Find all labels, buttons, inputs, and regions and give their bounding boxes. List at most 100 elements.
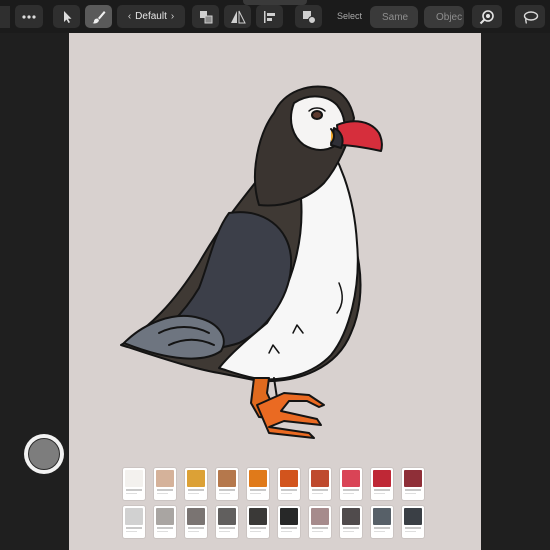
swatch-color-chip	[311, 470, 329, 487]
top-toolbar: ‹ Default › Select Same Objec	[0, 0, 550, 33]
swatch-label-line	[312, 489, 328, 491]
swatch-label-line	[188, 531, 199, 532]
color-swatch[interactable]	[216, 468, 238, 500]
color-swatch[interactable]	[123, 506, 145, 538]
color-swatch[interactable]	[278, 506, 300, 538]
select-object-button[interactable]: Objec	[424, 6, 464, 28]
move-tool-button[interactable]	[53, 5, 80, 28]
swatch-color-chip	[404, 508, 422, 525]
move-tool-icon	[63, 10, 71, 23]
shutter-button[interactable]	[24, 434, 64, 474]
color-swatch[interactable]	[402, 506, 424, 538]
zoom-icon	[479, 9, 494, 24]
swatch-color-chip	[249, 470, 267, 487]
flip-button[interactable]	[224, 5, 251, 28]
color-swatch[interactable]	[247, 506, 269, 538]
chevron-right-icon[interactable]: ›	[171, 11, 174, 22]
select-same-button[interactable]: Same	[370, 6, 418, 28]
swatch-label-line	[374, 489, 390, 491]
select-object-label: Objec	[436, 11, 463, 23]
swatch-label-line	[312, 527, 328, 529]
color-swatch[interactable]	[309, 506, 331, 538]
swatch-row-2	[123, 506, 433, 538]
color-swatch[interactable]	[371, 468, 393, 500]
swatch-label-line	[126, 489, 142, 491]
color-swatch[interactable]	[154, 468, 176, 500]
swatch-label-line	[281, 531, 292, 532]
style-name: Default	[135, 11, 167, 22]
swatch-label-line	[405, 493, 416, 494]
swatch-color-chip	[125, 508, 143, 525]
color-swatch[interactable]	[185, 506, 207, 538]
swatch-color-chip	[218, 508, 236, 525]
swatch-color-chip	[249, 508, 267, 525]
color-swatch[interactable]	[371, 506, 393, 538]
lasso-icon	[523, 10, 539, 24]
swatch-label-line	[281, 489, 297, 491]
swatch-color-chip	[280, 508, 298, 525]
swatch-label-line	[343, 489, 359, 491]
color-swatch[interactable]	[185, 468, 207, 500]
more-icon	[22, 14, 36, 19]
swatch-color-chip	[156, 508, 174, 525]
swatch-label-line	[219, 527, 235, 529]
more-button[interactable]	[15, 5, 43, 28]
shutter-inner	[28, 438, 60, 470]
swatch-color-chip	[156, 470, 174, 487]
arrange-icon	[199, 10, 212, 23]
swatch-color-chip	[187, 470, 205, 487]
swatch-palette	[123, 468, 433, 544]
swatch-label-line	[126, 527, 142, 529]
swatch-label-line	[157, 489, 173, 491]
color-swatch[interactable]	[340, 468, 362, 500]
brush-tool-icon	[92, 10, 105, 23]
swatch-label-line	[281, 527, 297, 529]
color-swatch[interactable]	[216, 506, 238, 538]
swatch-color-chip	[280, 470, 298, 487]
swatch-label-line	[219, 489, 235, 491]
brush-tool-button[interactable]	[85, 5, 112, 28]
swatch-label-line	[405, 489, 421, 491]
swatch-color-chip	[125, 470, 143, 487]
swatch-color-chip	[218, 470, 236, 487]
align-button[interactable]	[256, 5, 283, 28]
swatch-label-line	[219, 493, 230, 494]
swatch-label-line	[188, 489, 204, 491]
color-swatch[interactable]	[247, 468, 269, 500]
color-swatch[interactable]	[402, 468, 424, 500]
swatch-label-line	[157, 527, 173, 529]
swatch-label-line	[343, 527, 359, 529]
swatch-label-line	[312, 493, 323, 494]
swatch-color-chip	[311, 508, 329, 525]
color-swatch[interactable]	[154, 506, 176, 538]
swatch-label-line	[374, 527, 390, 529]
swatch-color-chip	[342, 470, 360, 487]
swatch-label-line	[219, 531, 230, 532]
swatch-label-line	[343, 493, 354, 494]
lasso-button[interactable]	[515, 5, 545, 28]
swatch-label-line	[374, 493, 385, 494]
color-swatch[interactable]	[278, 468, 300, 500]
color-swatch[interactable]	[340, 506, 362, 538]
swatch-label-line	[343, 531, 354, 532]
swatch-label-line	[405, 531, 416, 532]
artboard-canvas[interactable]	[69, 33, 481, 550]
swatch-label-line	[126, 531, 137, 532]
arrange-button[interactable]	[192, 5, 219, 28]
boolean-button[interactable]	[295, 5, 322, 28]
select-same-label: Same	[382, 11, 409, 23]
style-selector[interactable]: ‹ Default ›	[117, 5, 185, 28]
zoom-button[interactable]	[472, 5, 502, 28]
flip-icon	[230, 10, 246, 23]
menu-button[interactable]	[0, 6, 10, 28]
swatch-label-line	[374, 531, 385, 532]
swatch-label-line	[157, 531, 168, 532]
swatch-color-chip	[373, 508, 391, 525]
align-icon	[263, 10, 275, 23]
swatch-label-line	[250, 527, 266, 529]
swatch-label-line	[250, 493, 261, 494]
color-swatch[interactable]	[123, 468, 145, 500]
swatch-label-line	[126, 493, 137, 494]
color-swatch[interactable]	[309, 468, 331, 500]
swatch-color-chip	[342, 508, 360, 525]
